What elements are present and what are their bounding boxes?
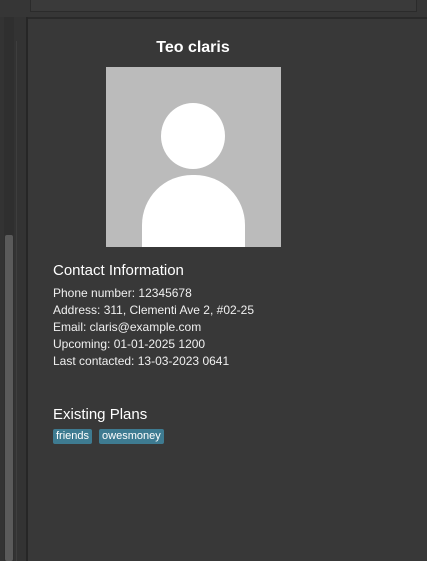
contact-detail-panel: Teo claris Contact Information Phone num…	[28, 19, 427, 561]
default-user-avatar-icon	[106, 67, 281, 247]
upcoming: Upcoming: 01-01-2025 1200	[53, 337, 206, 351]
plan-tags: friends owesmoney	[53, 429, 164, 444]
contact-name: Teo claris	[156, 39, 230, 56]
existing-plans-heading: Existing Plans	[53, 406, 148, 423]
address: Address: 311, Clementi Ave 2, #02-25	[53, 303, 255, 317]
contact-list-pane	[0, 17, 28, 561]
list-pane-divider	[16, 41, 17, 561]
contact-information-heading: Contact Information	[53, 262, 184, 279]
avatar-body-shape	[142, 175, 245, 247]
tag-friends: friends	[53, 429, 93, 444]
tag-owesmoney: owesmoney	[99, 429, 164, 444]
last-contacted: Last contacted: 13-03-2023 0641	[53, 354, 230, 368]
avatar-head-shape	[161, 103, 225, 169]
top-toolbar-strip	[0, 0, 427, 19]
scrollbar-thumb[interactable]	[5, 235, 13, 561]
top-panel-frame	[30, 0, 417, 12]
phone-number: Phone number: 12345678	[53, 286, 192, 300]
email: Email: claris@example.com	[53, 320, 202, 334]
